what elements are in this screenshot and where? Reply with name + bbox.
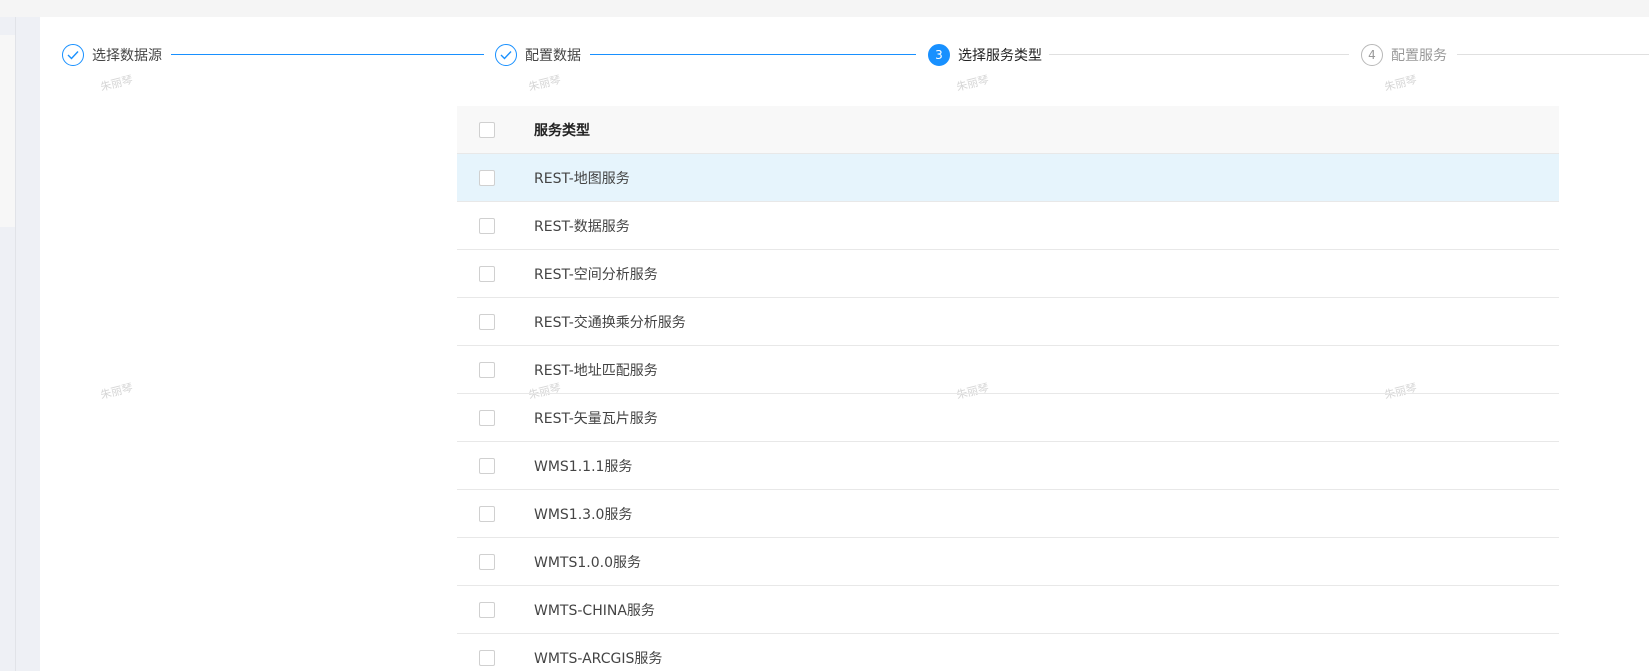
service-type-label: REST-交通换乘分析服务 [534,314,686,331]
service-type-label: WMS1.1.1服务 [534,458,633,475]
service-type-label: WMTS1.0.0服务 [534,554,641,571]
service-type-label: REST-地址匹配服务 [534,362,658,379]
watermark-text: 朱丽琴 [99,381,135,402]
content-panel: 选择数据源 配置数据 3 选择服务类型 4 配置服务 朱丽琴 朱丽琴 朱丽琴 朱… [40,17,1649,671]
step-title: 选择数据源 [92,48,162,64]
table-row[interactable]: WMTS-ARCGIS服务 [457,634,1559,671]
row-checkbox[interactable] [479,554,495,570]
column-header-service-type: 服务类型 [534,122,590,139]
table-row[interactable]: REST-交通换乘分析服务 [457,298,1559,346]
row-checkbox[interactable] [479,410,495,426]
row-checkbox[interactable] [479,266,495,282]
step-connector [590,54,916,55]
step-title: 配置服务 [1391,48,1447,64]
step-title: 选择服务类型 [958,48,1042,64]
service-type-label: WMTS-ARCGIS服务 [534,650,663,667]
row-checkbox[interactable] [479,458,495,474]
service-type-label: WMS1.3.0服务 [534,506,633,523]
select-all-checkbox[interactable] [479,122,495,138]
service-type-label: REST-数据服务 [534,218,630,235]
table-row[interactable]: REST-空间分析服务 [457,250,1559,298]
row-checkbox[interactable] [479,170,495,186]
check-icon [495,44,517,66]
step-number: 4 [1361,44,1383,66]
table-header-row: 服务类型 [457,106,1559,154]
row-checkbox[interactable] [479,314,495,330]
table-row[interactable]: WMTS-CHINA服务 [457,586,1559,634]
row-checkbox[interactable] [479,506,495,522]
table-row[interactable]: REST-地图服务 [457,154,1559,202]
step-connector [1049,54,1349,55]
table-row[interactable]: WMS1.1.1服务 [457,442,1559,490]
top-strip [0,0,1649,17]
service-type-label: REST-矢量瓦片服务 [534,410,658,427]
step-number: 3 [928,44,950,66]
row-checkbox[interactable] [479,362,495,378]
steps-bar: 选择数据源 配置数据 3 选择服务类型 4 配置服务 [40,17,1649,89]
step-title: 配置数据 [525,48,581,64]
check-icon [62,44,84,66]
table-row[interactable]: REST-地址匹配服务 [457,346,1559,394]
table-row[interactable]: WMTS1.0.0服务 [457,538,1559,586]
step-configure-data[interactable]: 配置数据 [495,43,581,67]
step-configure-service[interactable]: 4 配置服务 [1361,43,1447,67]
step-connector [171,54,484,55]
row-checkbox[interactable] [479,602,495,618]
service-type-label: WMTS-CHINA服务 [534,602,655,619]
left-rail-divider [15,17,16,671]
table-row[interactable]: REST-数据服务 [457,202,1559,250]
left-rail-panel [0,35,16,227]
row-checkbox[interactable] [479,650,495,666]
step-select-datasource[interactable]: 选择数据源 [62,43,162,67]
step-select-service-type[interactable]: 3 选择服务类型 [928,43,1042,67]
service-type-label: REST-地图服务 [534,170,630,187]
row-checkbox[interactable] [479,218,495,234]
table-row[interactable]: WMS1.3.0服务 [457,490,1559,538]
service-type-table: 服务类型 REST-地图服务 REST-数据服务 REST-空间分析服务 RES… [457,106,1559,671]
table-row[interactable]: REST-矢量瓦片服务 [457,394,1559,442]
service-type-label: REST-空间分析服务 [534,266,658,283]
step-connector [1457,54,1649,55]
